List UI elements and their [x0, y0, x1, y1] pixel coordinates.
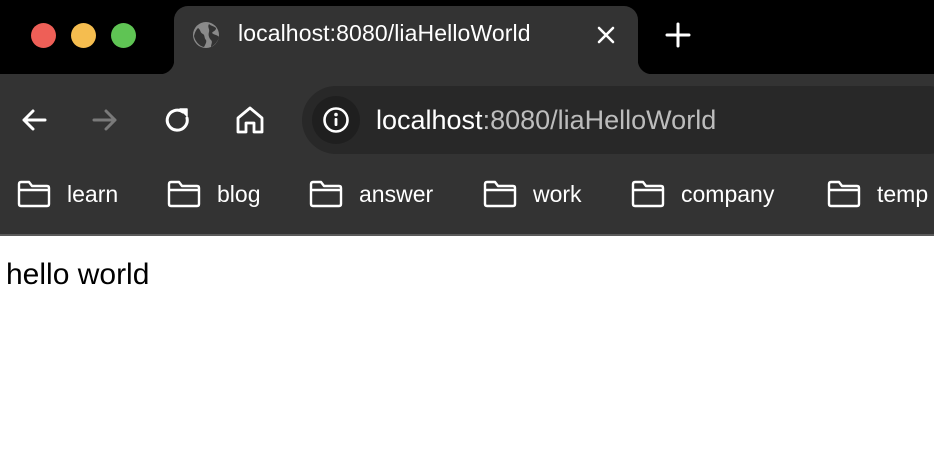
page-body-text: hello world [6, 258, 150, 291]
bookmark-label: learn [67, 180, 119, 207]
window-close-button[interactable] [31, 23, 56, 48]
info-icon[interactable] [312, 96, 360, 144]
bookmark-folder-blog[interactable]: blog [167, 166, 260, 222]
url-text[interactable]: localhost:8080/liaHelloWorld [376, 105, 716, 136]
folder-icon [827, 180, 861, 208]
bookmark-folder-work[interactable]: work [483, 166, 582, 222]
window-minimize-button[interactable] [71, 23, 96, 48]
tab-title: localhost:8080/liaHelloWorld [238, 20, 531, 46]
bookmark-label: blog [217, 180, 261, 207]
bookmark-folder-learn[interactable]: learn [17, 166, 118, 222]
bookmark-label: company [681, 180, 775, 207]
arrow-right-icon[interactable] [87, 102, 123, 138]
folder-icon [167, 180, 201, 208]
url-path: :8080/liaHelloWorld [482, 105, 717, 135]
home-icon[interactable] [232, 102, 268, 138]
folder-icon [483, 180, 517, 208]
url-host: localhost [376, 105, 483, 135]
bookmark-folder-company[interactable]: company [631, 166, 774, 222]
close-icon[interactable] [592, 21, 620, 49]
bookmark-label: answer [359, 180, 434, 207]
bookmarks-bar: learn blog answer work company temp [0, 166, 934, 234]
folder-icon [631, 180, 665, 208]
bookmark-folder-temp[interactable]: temp [827, 166, 928, 222]
bookmark-folder-answer[interactable]: answer [309, 166, 433, 222]
folder-icon [309, 180, 343, 208]
active-tab[interactable]: localhost:8080/liaHelloWorld [160, 6, 652, 74]
window-zoom-button[interactable] [111, 23, 136, 48]
reload-icon[interactable] [160, 102, 196, 138]
arrow-left-icon[interactable] [16, 102, 52, 138]
tab-strip: localhost:8080/liaHelloWorld [0, 0, 934, 74]
bookmark-label: work [533, 180, 582, 207]
bookmark-label: temp [877, 180, 929, 207]
folder-icon [17, 180, 51, 208]
globe-icon [192, 21, 220, 49]
plus-icon[interactable] [663, 20, 693, 50]
toolbar: localhost:8080/liaHelloWorld [0, 74, 934, 166]
address-bar[interactable]: localhost:8080/liaHelloWorld [302, 86, 934, 154]
page-content: hello world [0, 236, 934, 468]
